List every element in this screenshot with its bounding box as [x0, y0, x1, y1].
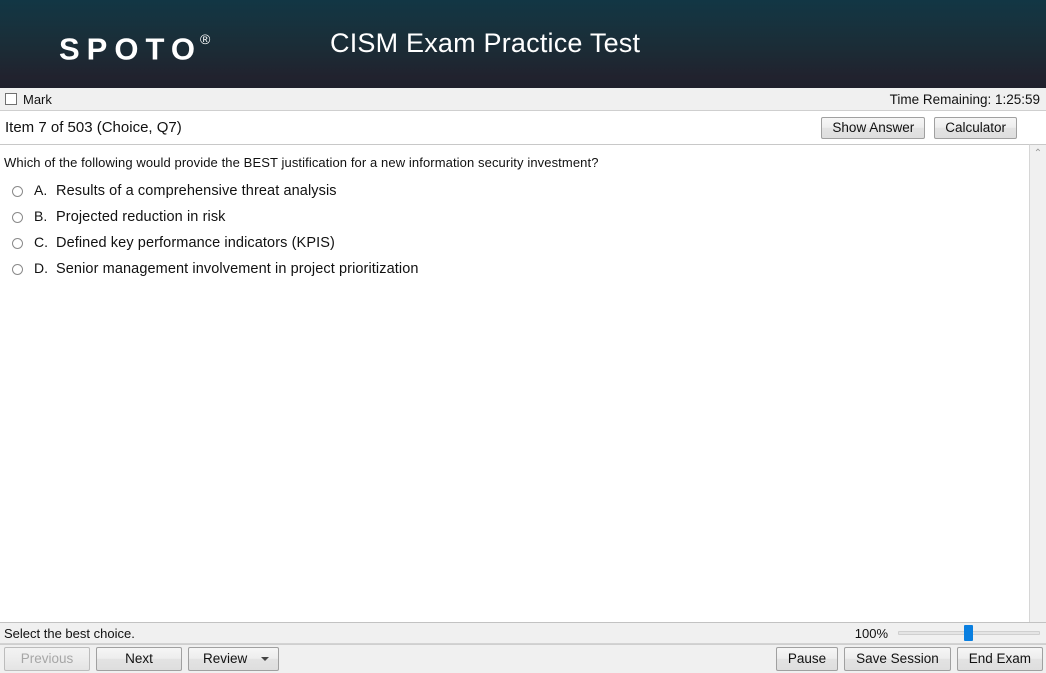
question-stem: Which of the following would provide the…	[4, 155, 599, 170]
option-letter: A.	[34, 182, 48, 198]
answer-option-b[interactable]: B. Projected reduction in risk	[4, 208, 1029, 227]
option-text: Defined key performance indicators (KPIS…	[56, 235, 335, 251]
bottom-toolbar: Previous Next Review Pause Save Session …	[0, 644, 1046, 673]
next-button[interactable]: Next	[96, 647, 182, 671]
end-exam-button[interactable]: End Exam	[956, 647, 1043, 671]
answer-option-c[interactable]: C. Defined key performance indicators (K…	[4, 234, 1029, 253]
calculator-button[interactable]: Calculator	[934, 116, 1017, 139]
question-content-panel: Which of the following would provide the…	[0, 144, 1029, 622]
spoto-logo-text: SPOTO	[59, 31, 202, 67]
option-letter: B.	[34, 208, 48, 224]
answer-option-a[interactable]: A. Results of a comprehensive threat ana…	[4, 182, 1029, 201]
zoom-slider[interactable]	[898, 625, 1040, 641]
time-remaining: Time Remaining: 1:25:59	[889, 91, 1040, 107]
zoom-controls: 100%	[855, 625, 1040, 641]
review-dropdown-button[interactable]: Review	[188, 647, 280, 671]
session-buttons: Pause Save Session End Exam	[775, 647, 1043, 671]
radio-button-icon[interactable]	[12, 238, 23, 249]
zoom-slider-thumb[interactable]	[964, 625, 973, 641]
navigation-buttons: Previous Next Review	[4, 647, 280, 671]
mark-label: Mark	[23, 91, 52, 107]
save-session-button[interactable]: Save Session	[844, 647, 951, 671]
zoom-level-label: 100%	[854, 625, 888, 641]
radio-button-icon[interactable]	[12, 212, 23, 223]
radio-button-icon[interactable]	[12, 264, 23, 275]
mark-checkbox-icon[interactable]	[5, 93, 17, 105]
spoto-logo: SPOTO®	[59, 26, 212, 66]
mark-question-toggle[interactable]: Mark	[5, 92, 52, 107]
previous-button[interactable]: Previous	[4, 647, 90, 671]
status-bar: Select the best choice. 100%	[0, 622, 1046, 644]
radio-button-icon[interactable]	[12, 186, 23, 197]
status-message: Select the best choice.	[4, 625, 135, 641]
pause-button[interactable]: Pause	[775, 647, 839, 671]
option-text: Results of a comprehensive threat analys…	[56, 183, 337, 199]
option-letter: C.	[34, 234, 48, 250]
option-letter: D.	[34, 260, 48, 276]
option-text: Projected reduction in risk	[56, 209, 226, 225]
item-action-buttons: Show Answer Calculator	[821, 116, 1046, 139]
question-area-wrapper: Which of the following would provide the…	[0, 144, 1046, 622]
exam-title: CISM Exam Practice Test	[330, 28, 641, 58]
item-counter-label: Item 7 of 503 (Choice, Q7)	[5, 119, 182, 136]
brand-header: SPOTO® CISM Exam Practice Test	[0, 0, 1046, 88]
show-answer-button[interactable]: Show Answer	[821, 116, 926, 139]
vertical-scrollbar[interactable]: ⌃	[1029, 144, 1046, 622]
review-label: Review	[203, 651, 248, 666]
scroll-up-arrow-icon[interactable]: ⌃	[1030, 145, 1046, 162]
exam-application-window: SPOTO® CISM Exam Practice Test Mark Time…	[0, 0, 1046, 673]
item-header-bar: Item 7 of 503 (Choice, Q7) Show Answer C…	[0, 111, 1046, 144]
answer-option-d[interactable]: D. Senior management involvement in proj…	[4, 260, 1029, 279]
registered-trademark-icon: ®	[199, 31, 211, 47]
answer-options-list: A. Results of a comprehensive threat ana…	[4, 182, 1029, 279]
chevron-down-icon[interactable]	[261, 656, 270, 661]
mark-timer-bar: Mark Time Remaining: 1:25:59	[0, 88, 1046, 111]
option-text: Senior management involvement in project…	[56, 261, 419, 277]
